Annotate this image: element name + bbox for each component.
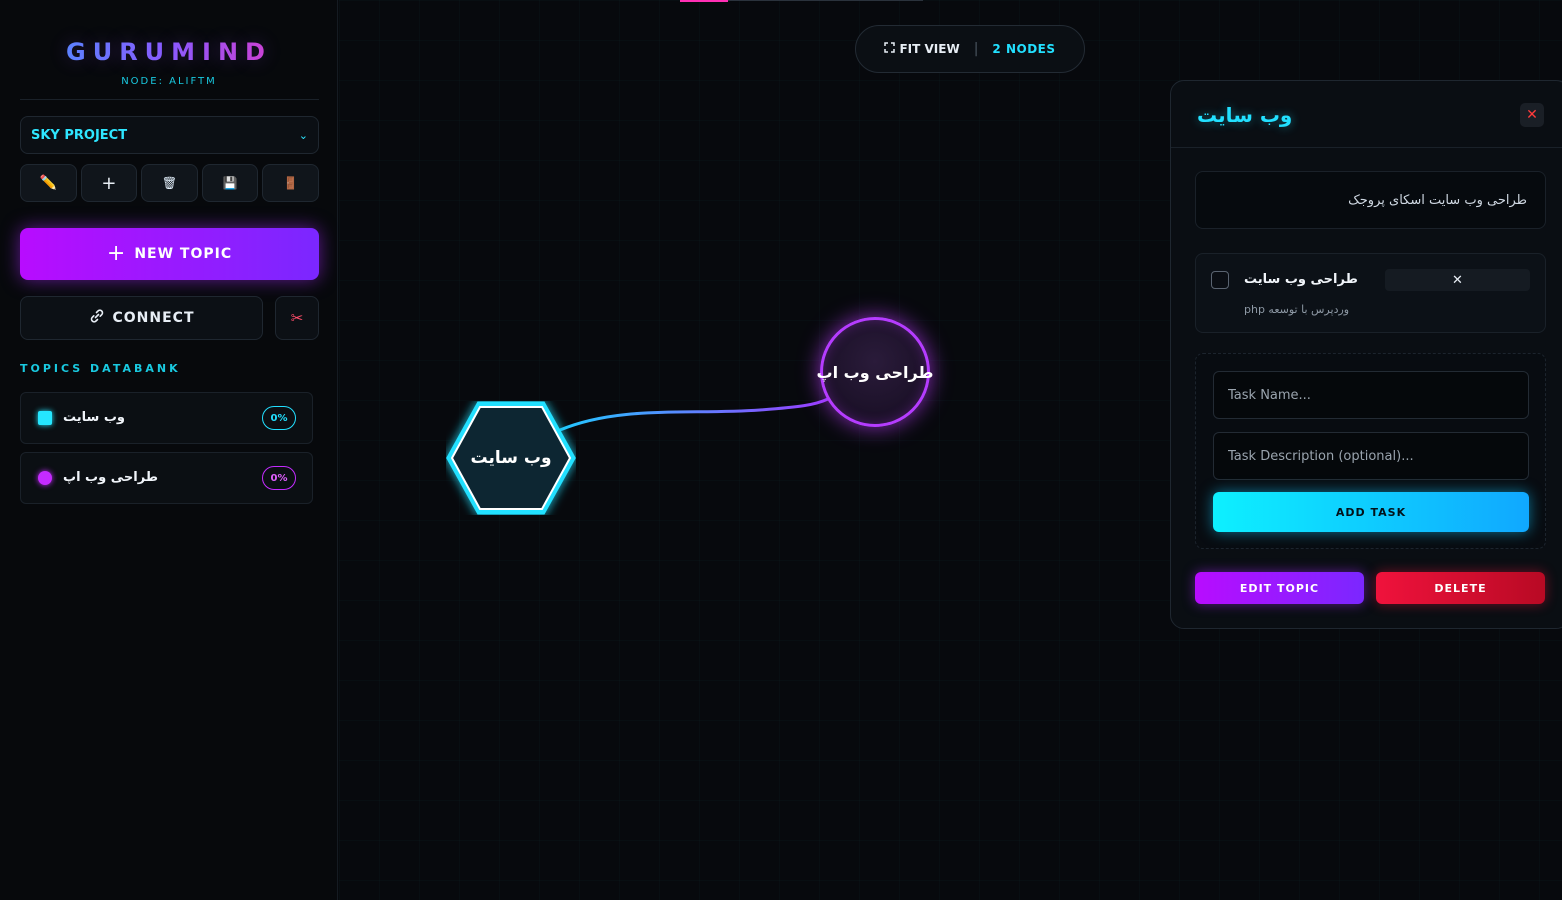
exit-project-button[interactable]: 🚪 (262, 164, 319, 202)
plus-icon: + (106, 241, 127, 266)
chevron-down-icon: ⌄ (298, 128, 308, 142)
new-topic-label: NEW TOPIC (134, 246, 233, 262)
topic-description: طراحی وب سایت اسکای پروجک (1195, 171, 1546, 229)
connect-button[interactable]: CONNECT (20, 296, 263, 340)
task-checkbox[interactable] (1211, 271, 1229, 289)
connect-label: CONNECT (112, 310, 195, 326)
floppy-disk-icon: 💾 (222, 176, 238, 190)
save-project-button[interactable]: 💾 (201, 164, 259, 202)
project-toolbar: ✏️ + 🗑 💾 🚪 (20, 164, 319, 202)
pencil-icon: ✏️ (39, 175, 58, 191)
new-topic-button[interactable]: + NEW TOPIC (20, 228, 319, 280)
square-shape-icon (38, 411, 52, 425)
node-label: وب سایت (470, 448, 552, 468)
project-select[interactable]: SKY PROJECT ⌄ (20, 116, 319, 154)
add-project-button[interactable]: + (80, 164, 138, 202)
task-item: طراحی وب سایت ✕ وردپرس با توسعه php (1195, 253, 1546, 333)
divider (20, 99, 319, 100)
task-name-input[interactable] (1213, 371, 1529, 419)
panel-title: وب سایت (1197, 103, 1293, 127)
progress-badge: 0% (262, 406, 296, 430)
node-label: طراحی وب اپ (816, 362, 934, 382)
separator: | (973, 41, 979, 57)
door-icon: 🚪 (283, 176, 299, 190)
link-icon (89, 308, 105, 328)
fit-view-icon (884, 42, 896, 56)
view-controls: FIT VIEW | 2 NODES (855, 25, 1085, 73)
node-id-label: NODE: ALIFTM (121, 76, 217, 87)
task-description-input[interactable] (1213, 432, 1529, 480)
edit-topic-button[interactable]: EDIT TOPIC (1195, 572, 1364, 604)
close-icon: ✕ (1526, 107, 1538, 123)
databank-title: TOPICS DATABANK (20, 362, 181, 375)
disconnect-button[interactable]: ✂ (275, 296, 319, 340)
project-select-value: SKY PROJECT (31, 127, 128, 143)
topic-name: طراحی وب اپ (63, 470, 159, 485)
delete-project-button[interactable]: 🗑 (141, 164, 198, 202)
add-task-button[interactable]: ADD TASK (1213, 492, 1529, 532)
brand-logo: GURUMIND (0, 38, 338, 66)
fit-view-label: FIT VIEW (899, 42, 960, 56)
topic-node-hexagon[interactable]: وب سایت (446, 401, 576, 515)
topic-list-item[interactable]: طراحی وب اپ 0% (20, 452, 313, 504)
topic-name: وب سایت (63, 410, 125, 425)
panel-header: وب سایت ✕ (1171, 81, 1562, 148)
divider (728, 0, 923, 1)
fit-view-button[interactable]: FIT VIEW (884, 42, 960, 56)
scissors-icon: ✂ (290, 309, 304, 327)
progress-accent (680, 0, 728, 2)
trash-icon: 🗑 (161, 176, 178, 190)
topic-list-item[interactable]: وب سایت 0% (20, 392, 313, 444)
delete-topic-button[interactable]: DELETE (1376, 572, 1545, 604)
add-task-form: ADD TASK (1195, 353, 1546, 549)
close-panel-button[interactable]: ✕ (1520, 103, 1544, 127)
circle-shape-icon (38, 471, 52, 485)
node-count: 2 NODES (992, 42, 1056, 56)
task-description: وردپرس با توسعه php (1244, 303, 1350, 316)
task-name: طراحی وب سایت (1244, 272, 1358, 287)
rename-project-button[interactable]: ✏️ (20, 164, 77, 202)
remove-task-button[interactable]: ✕ (1385, 269, 1530, 291)
progress-badge: 0% (262, 466, 296, 490)
topic-node-circle[interactable]: طراحی وب اپ (817, 317, 933, 427)
sidebar: GURUMIND NODE: ALIFTM SKY PROJECT ⌄ ✏️ +… (0, 0, 338, 900)
topic-detail-panel: وب سایت ✕ طراحی وب سایت اسکای پروجک طراح… (1170, 80, 1562, 629)
plus-icon: + (101, 172, 117, 194)
close-icon: ✕ (1452, 272, 1463, 288)
